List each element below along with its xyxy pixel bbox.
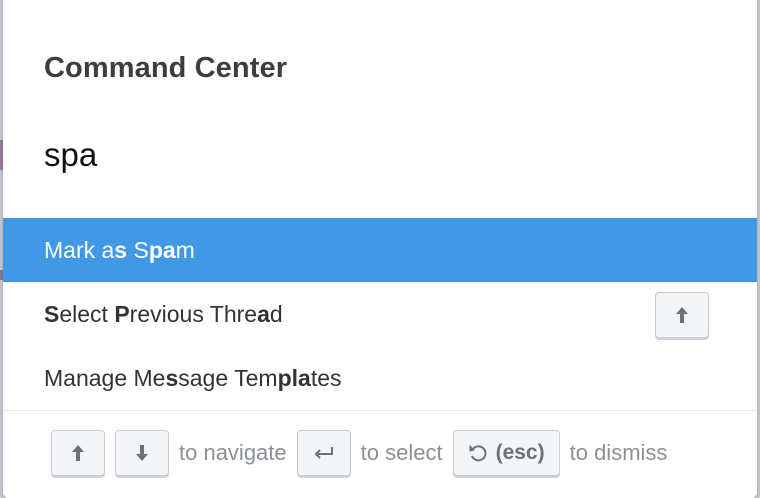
label-text: d	[269, 300, 283, 327]
command-results-list: Mark as Spam Select Previous Thread Mana…	[3, 218, 757, 410]
matched-text: a	[257, 300, 270, 327]
command-result-label: Manage Message Templates	[44, 365, 342, 392]
label-text: revious Thre	[129, 300, 258, 327]
matched-text: s	[114, 236, 128, 263]
label-text: sage Tem	[178, 364, 278, 391]
command-result-label: Mark as Spam	[44, 237, 195, 264]
key-down	[115, 430, 169, 476]
matched-text: P	[114, 300, 130, 327]
keyboard-hints: to navigate to select (esc) to dismiss	[51, 429, 677, 477]
arrow-down-icon	[136, 445, 148, 461]
key-escape: (esc)	[452, 430, 560, 476]
command-result-select-previous-thread[interactable]: Select Previous Thread	[3, 282, 757, 346]
matched-text: S	[44, 300, 60, 327]
keyboard-hints-footer: to navigate to select (esc) to dismiss	[3, 410, 757, 498]
dismiss-hint: to dismiss	[569, 440, 668, 465]
select-hint: to select	[360, 440, 443, 465]
arrow-up-icon	[676, 307, 688, 323]
arrow-up-icon	[72, 445, 84, 461]
label-text: tes	[310, 364, 342, 391]
return-icon	[314, 447, 333, 459]
command-search-input[interactable]	[44, 134, 704, 176]
dialog-title: Command Center	[44, 52, 288, 84]
shortcut-key-badge	[655, 292, 709, 338]
command-center-dialog: Command Center Mark as Spam Select Previ…	[3, 0, 757, 498]
command-result-label: Select Previous Thread	[44, 301, 283, 328]
label-text: Mark a	[44, 236, 115, 263]
matched-text: pa	[148, 236, 176, 263]
esc-key-label: (esc)	[495, 441, 545, 464]
key-return	[296, 430, 351, 476]
undo-icon	[469, 444, 487, 462]
matched-text: s	[165, 364, 179, 391]
label-text: elect	[59, 300, 115, 327]
navigate-hint: to navigate	[179, 440, 287, 465]
label-text: Manage Me	[44, 364, 166, 391]
matched-text: pla	[277, 364, 311, 391]
command-result-manage-message-templates[interactable]: Manage Message Templates	[3, 346, 757, 410]
command-result-mark-as-spam[interactable]: Mark as Spam	[3, 218, 757, 282]
key-up	[51, 430, 105, 476]
label-text: S	[127, 236, 149, 263]
label-text: m	[175, 236, 195, 263]
